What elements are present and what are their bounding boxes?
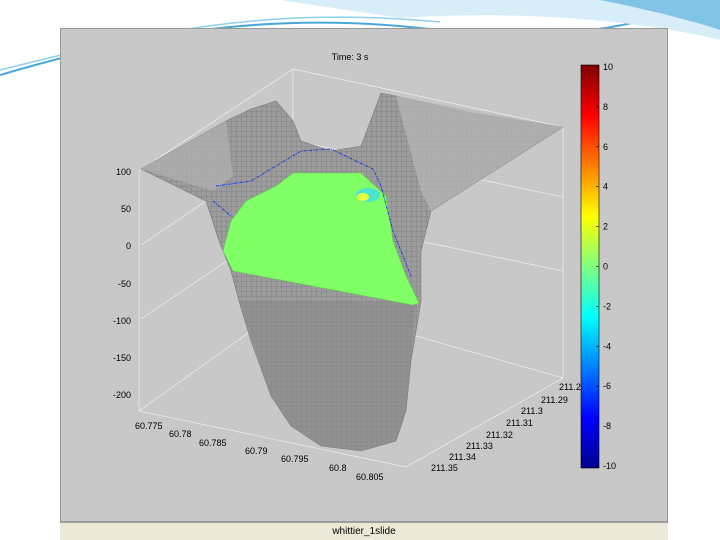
x-tick-label: 60.8 [329,463,347,473]
surface-plot: 100 50 0 -50 -100 -150 -200 60.775 60.78… [113,52,616,482]
x-tick-label: 60.79 [245,446,268,456]
colorbar-tick-label: 6 [603,142,608,152]
plot-title: Time: 3 s [332,52,369,62]
colorbar-tick-label: 4 [603,182,608,192]
x-tick-label: 60.785 [199,438,227,448]
y-tick-label: 211.34 [449,452,476,462]
z-tick-label: 0 [126,241,131,251]
colorbar-tick-label: -10 [603,461,616,471]
z-axis: 100 50 0 -50 -100 -150 -200 [113,167,131,400]
z-tick-label: -200 [113,390,131,400]
colorbar-tick-label: -4 [603,341,611,351]
colorbar-tick-label: -2 [603,301,611,311]
x-tick-label: 60.805 [356,472,384,482]
colorbar-tick-label: 0 [603,262,608,272]
y-tick-label: 211.33 [466,441,493,451]
z-tick-label: -150 [113,353,131,363]
z-tick-label: -100 [113,316,131,326]
y-tick-label: 211.35 [431,463,458,473]
colorbar-tick-label: -8 [603,421,611,431]
colorbar-tick-label: 8 [603,102,608,112]
figure-window: 100 50 0 -50 -100 -150 -200 60.775 60.78… [60,28,668,522]
z-tick-label: 100 [116,167,131,177]
colorbar-tick-label: -6 [603,381,611,391]
colorbar-tick-label: 10 [603,62,613,72]
y-tick-label: 211.32 [486,430,513,440]
x-tick-label: 60.795 [281,454,309,464]
y-tick-label: 211.31 [506,418,533,428]
x-tick-label: 60.78 [169,429,192,439]
y-tick-label: 211.3 [521,406,543,416]
z-tick-label: -50 [118,279,131,289]
colorbar-tick-label: 2 [603,222,608,232]
colorbar: 10 8 6 4 2 0 -2 -4 -6 -8 -10 [580,62,616,471]
z-tick-label: 50 [121,204,131,214]
y-axis: 211.28 211.29 211.3 211.31 211.32 211.33… [431,382,586,473]
y-tick-label: 211.29 [541,395,568,405]
x-tick-label: 60.775 [135,421,163,431]
figure-caption: whittier_1slide [60,522,668,540]
